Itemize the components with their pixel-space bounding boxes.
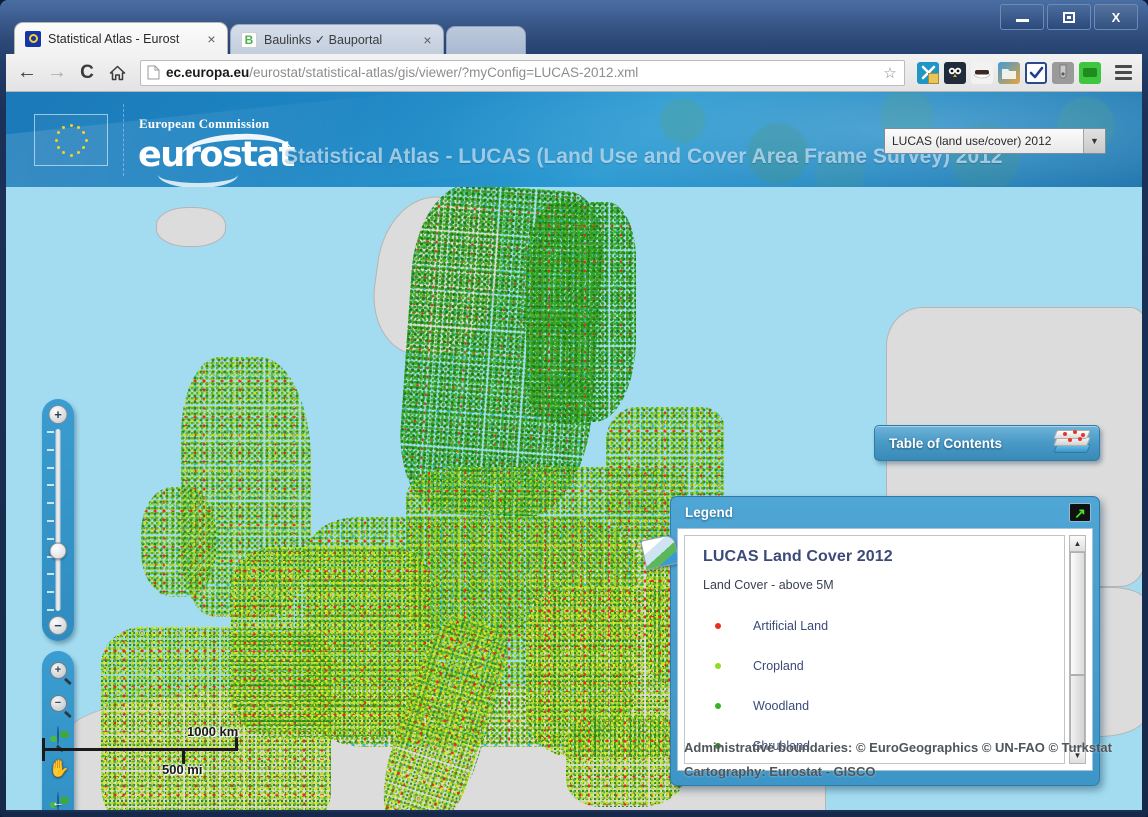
scale-bar-line (42, 748, 238, 751)
tab-statistical-atlas[interactable]: Statistical Atlas - Eurost × (14, 22, 228, 54)
theme-select-value: LUCAS (land use/cover) 2012 (892, 134, 1052, 148)
zoom-out-button[interactable]: − (48, 616, 68, 635)
zoom-slider[interactable]: + − (42, 399, 74, 641)
magnifier-plus-icon: + (49, 661, 67, 679)
legend-content-subtitle: Land Cover - above 5M (703, 578, 834, 592)
legend-item-label: Cropland (753, 659, 804, 673)
zoom-slider-handle[interactable] (49, 542, 67, 560)
table-of-contents-label: Table of Contents (889, 435, 1002, 451)
expand-arrow-icon[interactable]: ↗ (1069, 503, 1091, 522)
minimize-button[interactable] (1000, 4, 1044, 30)
eurostat-header: European Commission eurostat Statistical… (6, 92, 1142, 187)
scale-bar-mi-label: 500 mi (162, 762, 203, 777)
eu-flag-logo (34, 114, 108, 166)
chevron-down-icon[interactable]: ▼ (1083, 129, 1105, 153)
european-commission-label: European Commission (139, 116, 270, 131)
table-of-contents-button[interactable]: Table of Contents (874, 425, 1100, 461)
maximize-button[interactable] (1047, 4, 1091, 30)
legend-item-label: Woodland (753, 699, 810, 713)
map-attribution: Administrative boundaries: © EuroGeograp… (684, 740, 1112, 788)
green-robot-extension-icon[interactable] (1079, 61, 1101, 84)
baulinks-b-icon: B (241, 31, 257, 48)
window-controls: X (1000, 4, 1138, 30)
incognito-mask-extension-icon[interactable] (971, 61, 993, 84)
legend-scrollbar[interactable]: ▲ ▼ (1069, 535, 1086, 764)
zoom-in-button[interactable]: + (48, 405, 68, 424)
legend-swatch-wrap (703, 703, 753, 709)
blue-folder-extension-icon[interactable] (998, 61, 1020, 84)
hamburger-menu-icon[interactable] (1110, 60, 1136, 86)
window-bottom-edge (6, 810, 1142, 812)
legend-swatch-wrap (703, 623, 753, 629)
previous-extent-tool[interactable]: ← (46, 790, 70, 810)
bookmark-star-icon[interactable]: ☆ (880, 64, 900, 82)
legend-content: LUCAS Land Cover 2012 Land Cover - above… (684, 535, 1065, 764)
address-bar[interactable]: ec.europa.eu/eurostat/statistical-atlas/… (140, 59, 905, 86)
theme-select[interactable]: LUCAS (land use/cover) 2012 ▼ (884, 128, 1106, 154)
legend-item-label: Artificial Land (753, 619, 829, 633)
zoom-in-tool[interactable]: + (46, 658, 70, 682)
legend-body: LUCAS Land Cover 2012 Land Cover - above… (677, 528, 1093, 771)
reload-button[interactable]: C (72, 58, 102, 88)
grey-clip-extension-icon[interactable] (1052, 61, 1074, 84)
scale-bar-km-label: 1000 km (187, 724, 239, 739)
tab-baulinks[interactable]: B Baulinks ✓ Bauportal × (230, 24, 444, 54)
scroll-up-icon[interactable]: ▲ (1070, 536, 1085, 552)
url-text: ec.europa.eu/eurostat/statistical-atlas/… (166, 65, 880, 80)
zoom-slider-track[interactable] (55, 429, 61, 611)
url-path: /eurostat/statistical-atlas/gis/viewer/?… (249, 65, 639, 80)
close-button[interactable]: X (1094, 4, 1138, 30)
tab-close-icon[interactable]: × (204, 32, 219, 46)
page-document-icon (147, 65, 160, 80)
legend-color-dot-icon (715, 623, 721, 629)
rolled-map-icon[interactable] (638, 530, 682, 574)
zoom-out-tool[interactable]: − (46, 691, 70, 715)
url-domain: ec.europa.eu (166, 65, 250, 80)
layers-stack-icon (1049, 426, 1095, 460)
legend-color-dot-icon (715, 703, 721, 709)
header-divider (123, 104, 124, 176)
scale-bar-cap-left (42, 738, 45, 761)
legend-item: Artificial Land (703, 606, 1064, 646)
attribution-boundaries: Administrative boundaries: © EuroGeograp… (684, 740, 1112, 755)
tab-close-icon[interactable]: × (420, 33, 435, 47)
lucas-points-france (231, 547, 431, 737)
tab-title: Statistical Atlas - Eurost (48, 31, 180, 46)
magnifier-minus-icon: − (49, 694, 67, 712)
map-canvas[interactable]: + − + − ✋ ← Table of Contents Legend ↗ L… (6, 187, 1142, 810)
checkbox-extension-icon[interactable] (1025, 61, 1047, 84)
forward-button[interactable]: → (42, 58, 72, 88)
land-iceland (156, 207, 226, 247)
scale-bar: 1000 km 500 mi (42, 724, 292, 782)
eu-flag-icon (25, 30, 41, 47)
eurostat-logo: eurostat (138, 135, 295, 175)
attribution-cartography: Cartography: Eurostat - GISCO (684, 764, 876, 779)
legend-panel-title: Legend (685, 505, 734, 520)
tab-title: Baulinks ✓ Bauportal (264, 33, 383, 47)
new-tab-placeholder[interactable] (446, 26, 526, 54)
legend-item: Cropland (703, 646, 1064, 686)
globe-back-arrow-icon: ← (52, 792, 65, 810)
zoom-slider-ticks (47, 431, 54, 611)
back-button[interactable]: ← (12, 58, 42, 88)
lucas-points-finland (526, 202, 636, 422)
legend-header: Legend ↗ (677, 497, 1093, 528)
page-content: European Commission eurostat Statistical… (6, 92, 1142, 810)
browser-toolbar: ← → C ec.europa.eu/eurostat/statistical-… (6, 54, 1142, 92)
extension-bar (911, 60, 1136, 86)
lucas-points-greece (566, 717, 686, 807)
xmarks-extension-icon[interactable] (917, 61, 939, 84)
legend-scroll-thumb-upper[interactable] (1070, 552, 1085, 675)
legend-item: Woodland (703, 686, 1064, 726)
browser-window: X Statistical Atlas - Eurost × B Baulink… (0, 0, 1148, 817)
legend-color-dot-icon (715, 663, 721, 669)
home-icon[interactable] (102, 58, 132, 88)
legend-swatch-wrap (703, 663, 753, 669)
legend-scroll-track[interactable] (1070, 552, 1085, 747)
legend-content-title: LUCAS Land Cover 2012 (703, 548, 893, 565)
tab-strip: Statistical Atlas - Eurost × B Baulinks … (14, 22, 528, 54)
lucas-points-ireland (141, 487, 216, 597)
legend-scroll-thumb-lower[interactable] (1070, 674, 1085, 747)
owl-extension-icon[interactable] (944, 61, 966, 84)
